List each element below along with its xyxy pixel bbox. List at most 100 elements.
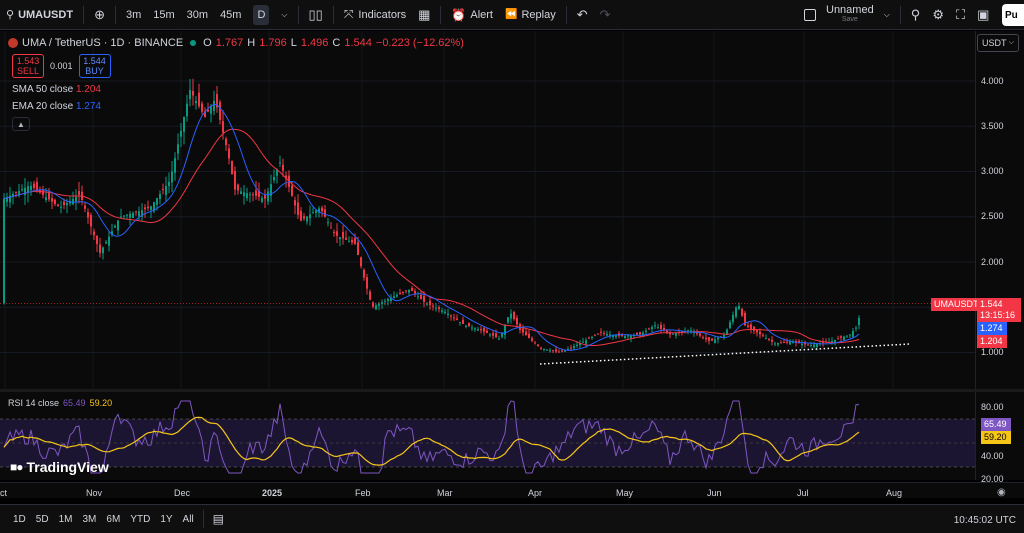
range-5d[interactable]: 5D — [31, 514, 54, 525]
timeframe-3m[interactable]: 3m — [120, 0, 147, 30]
add-symbol-button[interactable]: ⊕ — [88, 0, 111, 30]
candle-body — [219, 102, 221, 120]
candle-body — [261, 197, 263, 202]
rsi-legend[interactable]: RSI 14 close 65.49 59.20 — [8, 398, 112, 408]
market-open-icon — [190, 40, 197, 46]
candle-body — [627, 335, 629, 337]
indicators-button[interactable]: ⤧ Indicators — [338, 0, 412, 30]
candle-body — [255, 190, 257, 196]
candle-body — [348, 241, 350, 243]
candle-body — [375, 305, 377, 310]
candle-body — [345, 237, 347, 240]
candle-body — [702, 337, 704, 339]
candle-body — [252, 194, 254, 196]
candle-body — [555, 349, 557, 352]
time-axis[interactable]: ct Nov Dec 2025 Feb Mar Apr May Jun Jul … — [0, 482, 1024, 498]
candle-body — [294, 200, 296, 206]
alert-button[interactable]: ⏰ Alert — [445, 0, 499, 30]
range-1m[interactable]: 1M — [54, 514, 78, 525]
candle-body — [600, 331, 602, 333]
candle-body — [453, 317, 455, 319]
candle-body — [648, 328, 650, 330]
plus-circle-icon: ⊕ — [94, 6, 105, 22]
candle-body — [729, 322, 731, 328]
candle-body — [333, 231, 335, 234]
candle-body — [645, 330, 647, 333]
range-all[interactable]: All — [178, 514, 199, 525]
gear-icon: ⚙ — [932, 7, 944, 22]
range-1y[interactable]: 1Y — [155, 514, 177, 525]
price-axis-label: 3.000 — [981, 166, 1004, 176]
candle-body — [27, 186, 29, 193]
range-6m[interactable]: 6M — [101, 514, 125, 525]
date-range-button[interactable]: ▤ — [208, 512, 229, 526]
symbol-search[interactable]: ⚲ UMAUSDT — [0, 0, 79, 30]
ohlc-close-key: C — [332, 37, 341, 49]
buy-button[interactable]: 1.544 BUY — [78, 54, 111, 78]
timeframe-45m[interactable]: 45m — [214, 0, 247, 30]
candle-body — [342, 232, 344, 239]
settings-button[interactable]: ⚙ — [926, 0, 950, 30]
candle-body — [675, 333, 677, 336]
price-axis-label: 2.000 — [981, 257, 1004, 267]
replay-button[interactable]: ⏪ Replay — [499, 0, 562, 30]
candle-body — [855, 327, 857, 329]
candle-body — [471, 327, 473, 329]
range-3m[interactable]: 3M — [78, 514, 102, 525]
price-pane[interactable] — [0, 31, 975, 389]
redo-button[interactable]: ↷ — [594, 0, 617, 30]
candle-body — [105, 242, 107, 244]
timeframe-15m[interactable]: 15m — [147, 0, 180, 30]
range-1d[interactable]: 1D — [8, 514, 31, 525]
layout-title: Unnamed — [826, 4, 874, 16]
rsi-axis-label: 80.00 — [981, 402, 1004, 412]
candle-body — [321, 207, 323, 212]
candle-body — [552, 350, 554, 352]
collapse-legend-button[interactable]: ▲ — [12, 117, 30, 131]
range-ytd[interactable]: YTD — [125, 514, 155, 525]
timeframe-30m[interactable]: 30m — [181, 0, 214, 30]
undo-button[interactable]: ↶ — [571, 0, 594, 30]
templates-button[interactable]: ▦ — [412, 0, 436, 30]
currency-select[interactable]: USDT ⌵ — [977, 34, 1019, 52]
sma-legend[interactable]: SMA 50 close 1.204 — [12, 84, 101, 95]
candle-body — [429, 300, 431, 305]
timeframe-d[interactable]: D — [247, 0, 275, 30]
ema-legend[interactable]: EMA 20 close 1.274 — [12, 101, 101, 112]
snapshot-button[interactable]: ▣ — [971, 0, 995, 30]
candle-body — [651, 327, 653, 329]
spread-value: 0.001 — [50, 61, 73, 71]
layout-menu-button[interactable]: Unnamed Save ⌵ — [798, 0, 896, 30]
divider — [297, 5, 299, 24]
axis-settings-icon[interactable]: ◉ — [997, 487, 1006, 498]
candle-body — [249, 194, 251, 196]
chevron-down-icon: ⌵ — [1008, 39, 1014, 46]
candle-body — [594, 334, 596, 336]
candle-body — [489, 334, 491, 336]
candle-body — [402, 291, 404, 293]
candle-body — [282, 164, 284, 171]
tradingview-watermark[interactable]: ■● TradingView — [10, 459, 109, 475]
candle-body — [801, 343, 803, 346]
sell-button[interactable]: 1.543 SELL — [12, 54, 44, 78]
symbol-name: UMAUSDT — [18, 8, 74, 21]
ema-price-tag: 1.274 — [977, 322, 1007, 335]
candle-body — [624, 335, 626, 339]
chart-type-button[interactable]: ▯▯ — [303, 0, 329, 30]
candle-body — [273, 176, 275, 181]
candle-body — [213, 100, 215, 111]
fullscreen-button[interactable]: ⛶ — [950, 0, 971, 30]
candle-body — [657, 327, 659, 329]
candle-body — [156, 198, 158, 205]
candle-body — [411, 287, 413, 291]
divider — [202, 510, 204, 528]
candle-body — [759, 331, 761, 335]
candle-body — [138, 211, 140, 217]
quick-search-button[interactable]: ⚲ — [905, 0, 927, 30]
timeframe-dropdown[interactable]: ⌵ — [275, 0, 293, 30]
candle-body — [765, 338, 767, 340]
rsi-pane[interactable] — [0, 392, 975, 480]
publish-button[interactable]: Pu — [1002, 4, 1024, 26]
sma-price-tag: 1.204 — [977, 335, 1007, 348]
utc-clock[interactable]: 10:45:02 UTC — [954, 515, 1016, 526]
